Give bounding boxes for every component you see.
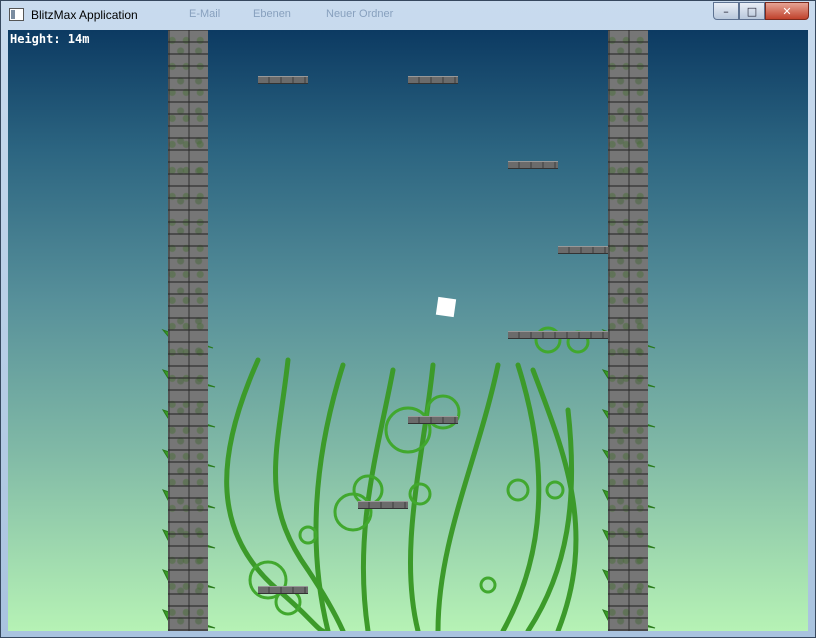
platform xyxy=(258,586,308,594)
platform xyxy=(558,246,608,254)
game-viewport[interactable]: Height: 14m xyxy=(8,30,808,631)
background-label-email: E-Mail xyxy=(189,8,221,20)
beanstalk-vines xyxy=(161,326,656,631)
platform xyxy=(508,331,608,339)
maximize-button[interactable]: □ xyxy=(739,2,765,20)
platform xyxy=(508,161,558,169)
close-icon: ✕ xyxy=(782,4,792,18)
platform xyxy=(408,416,458,424)
platform xyxy=(358,501,408,509)
maximize-icon: □ xyxy=(746,4,758,18)
title-bar[interactable]: BlitzMax Application E-Mail Ebenen Neuer… xyxy=(1,1,815,30)
right-stone-pillar xyxy=(608,30,648,631)
platform xyxy=(258,76,308,84)
height-readout: Height: 14m xyxy=(10,32,90,46)
caption-buttons: – □ ✕ xyxy=(713,2,809,21)
player-cube xyxy=(435,296,457,318)
background-label-ebenen: Ebenen xyxy=(253,8,291,20)
background-label-neuer-ordner: Neuer Ordner xyxy=(326,8,394,20)
left-stone-pillar xyxy=(168,30,208,631)
window-title: BlitzMax Application xyxy=(31,8,138,22)
close-button[interactable]: ✕ xyxy=(765,2,809,20)
application-window: BlitzMax Application E-Mail Ebenen Neuer… xyxy=(0,0,816,638)
platform xyxy=(408,76,458,84)
minimize-icon: – xyxy=(723,4,729,18)
app-window-icon xyxy=(9,8,24,21)
minimize-button[interactable]: – xyxy=(713,2,739,20)
